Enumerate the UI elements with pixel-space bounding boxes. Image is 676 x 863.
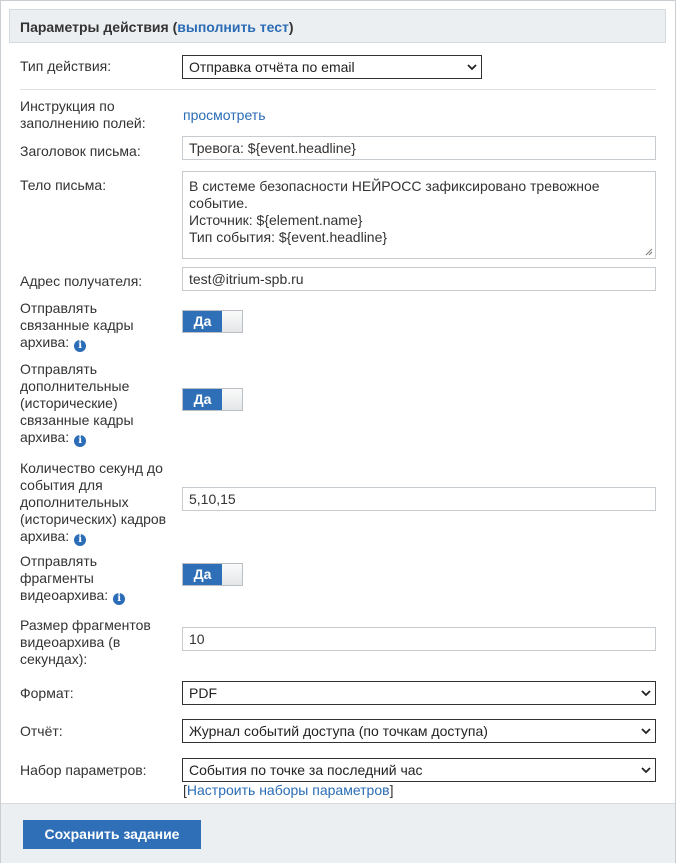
toggle-knob [222, 311, 242, 332]
save-task-button[interactable]: Сохранить задание [23, 820, 201, 849]
body-line: Тип события: ${event.headline} [189, 229, 388, 245]
report-label: Отчёт: [20, 723, 63, 739]
fragment-size-label: Размер фрагментов видеоархива (в секунда… [20, 617, 151, 667]
format-select[interactable]: PDF [182, 681, 656, 705]
send-fragments-toggle[interactable]: Да [182, 563, 243, 586]
send-extra-frames-toggle[interactable]: Да [182, 388, 243, 411]
chevron-down-icon [467, 64, 477, 71]
divider [20, 89, 656, 90]
toggle-knob [222, 389, 242, 410]
send-extra-frames-label: Отправлять дополнительные (исторические)… [20, 361, 134, 447]
body-textarea[interactable]: В системе безопасности НЕЙРОСС зафиксиро… [182, 171, 656, 259]
instruction-view-link[interactable]: просмотреть [183, 107, 265, 123]
toggle-on-label: Да [183, 389, 222, 410]
resize-grip-icon[interactable] [645, 248, 653, 256]
configure-param-sets-link[interactable]: Настроить наборы параметров [187, 782, 390, 798]
instruction-label: Инструкция по заполнению полей: [20, 98, 146, 131]
run-test-link[interactable]: выполнить тест [177, 19, 289, 35]
subject-label: Заголовок письма: [20, 143, 141, 159]
chevron-down-icon [641, 690, 651, 697]
body-line: Источник: ${element.name} [189, 212, 363, 228]
param-set-select[interactable]: События по точке за последний час [182, 758, 656, 782]
param-set-label: Набор параметров: [20, 762, 147, 778]
panel-header: Параметры действия (выполнить тест) [9, 9, 666, 43]
chevron-down-icon [641, 767, 651, 774]
info-icon[interactable]: i [74, 435, 87, 447]
info-icon[interactable]: i [74, 340, 87, 352]
subject-input[interactable]: Тревога: ${event.headline} [182, 136, 656, 160]
report-select[interactable]: Журнал событий доступа (по точкам доступ… [182, 719, 656, 743]
recipient-label: Адрес получателя: [20, 273, 143, 289]
action-type-select[interactable]: Отправка отчёта по email [182, 55, 482, 79]
report-value: Журнал событий доступа (по точкам доступ… [189, 723, 488, 739]
action-type-label: Тип действия: [20, 58, 112, 74]
body-label: Тело письма: [20, 177, 107, 193]
toggle-knob [222, 564, 242, 585]
param-set-value: События по точке за последний час [189, 762, 423, 778]
recipient-input[interactable]: test@itrium-spb.ru [182, 267, 656, 291]
seconds-before-input[interactable]: 5,10,15 [182, 487, 656, 511]
body-line: событие. [189, 195, 248, 211]
body-line: В системе безопасности НЕЙРОСС зафиксиро… [189, 178, 600, 194]
fragment-size-input[interactable]: 10 [182, 627, 656, 651]
action-parameters-panel: Параметры действия (выполнить тест) Тип … [0, 0, 676, 863]
configure-param-sets: [Настроить наборы параметров] [183, 782, 394, 798]
info-icon[interactable]: i [74, 534, 87, 546]
panel-footer: Сохранить задание [1, 803, 675, 863]
seconds-before-label: Количество секунд до события для дополни… [20, 460, 167, 546]
action-type-value: Отправка отчёта по email [189, 59, 355, 75]
info-icon[interactable]: i [113, 593, 126, 605]
toggle-on-label: Да [183, 564, 222, 585]
send-frames-label: Отправлять связанные кадры архива: i [20, 300, 134, 352]
chevron-down-icon [641, 728, 651, 735]
send-fragments-label: Отправлять фрагменты видеоархива: i [20, 553, 150, 605]
format-label: Формат: [20, 685, 74, 701]
panel-title: Параметры действия [20, 19, 169, 35]
format-value: PDF [189, 685, 217, 701]
toggle-on-label: Да [183, 311, 222, 332]
send-frames-toggle[interactable]: Да [182, 310, 243, 333]
